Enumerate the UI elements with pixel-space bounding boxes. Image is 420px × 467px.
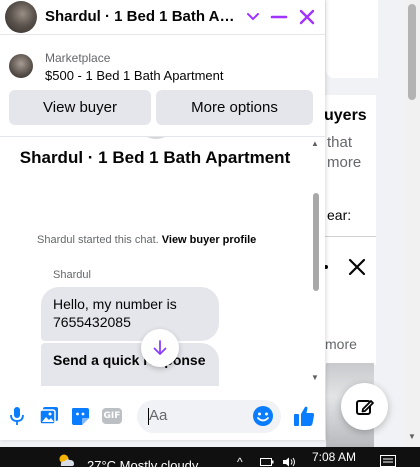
avatar[interactable]	[5, 1, 37, 33]
photo-icon[interactable]	[38, 405, 60, 427]
weather-text[interactable]: 27°C Mostly cloudy	[87, 458, 198, 467]
like-icon[interactable]	[292, 404, 316, 428]
background-heading: uyers	[324, 107, 367, 124]
close-icon[interactable]	[346, 256, 368, 278]
background-text-line: more	[327, 154, 362, 171]
page-scrollbar-thumb[interactable]	[408, 4, 416, 100]
marketplace-label: Marketplace	[45, 51, 111, 65]
action-buttons: View buyer More options	[9, 90, 313, 125]
arrow-down-icon	[153, 340, 167, 355]
listing-thumbnail	[9, 54, 33, 78]
weather-cloud-icon[interactable]	[56, 451, 76, 467]
chevron-up-icon[interactable]: ^	[237, 455, 243, 467]
microphone-icon[interactable]	[6, 405, 28, 427]
close-icon[interactable]	[296, 6, 318, 28]
chat-scrollbar-thumb[interactable]	[313, 193, 319, 291]
message-composer: GIF	[0, 392, 325, 440]
compose-icon	[355, 399, 374, 415]
sticker-icon[interactable]	[69, 405, 91, 427]
gif-icon[interactable]: GIF	[101, 405, 123, 427]
background-label: ear:	[327, 207, 352, 223]
chat-started-notice: Shardul started this chat. View buyer pr…	[37, 234, 256, 246]
more-options-button[interactable]: More options	[156, 90, 313, 125]
message-list[interactable]: Shardul · 1 Bed 1 Bath Apartment Shardul…	[0, 136, 325, 386]
new-message-button[interactable]	[341, 383, 388, 430]
background-divider	[320, 236, 376, 237]
battery-icon[interactable]	[260, 457, 274, 467]
page-scroll-down-arrow[interactable]: ▼	[408, 432, 416, 441]
background-more-link[interactable]: more	[325, 336, 357, 352]
background-card-top	[326, 0, 378, 78]
volume-icon[interactable]	[282, 457, 296, 467]
taskbar: 27°C Mostly cloudy ^ 7:08 AM	[0, 447, 420, 467]
emoji-icon[interactable]	[252, 405, 274, 427]
gif-label: GIF	[102, 408, 122, 424]
view-buyer-profile-link[interactable]: View buyer profile	[162, 234, 257, 246]
listing-title: $500 - 1 Bed 1 Bath Apartment	[45, 68, 224, 83]
chat-window: Shardul · 1 Bed 1 Bath Apa... Marketplac…	[0, 0, 325, 440]
started-text: Shardul started this chat.	[37, 234, 159, 246]
view-buyer-button[interactable]: View buyer	[9, 90, 151, 125]
chat-scroll-down-arrow[interactable]: ▼	[311, 373, 319, 382]
profile-avatar	[135, 137, 177, 139]
chat-scroll-up-arrow[interactable]: ▲	[311, 139, 319, 148]
minimize-icon[interactable]	[268, 6, 290, 28]
chat-header[interactable]: Shardul · 1 Bed 1 Bath Apa...	[0, 0, 325, 35]
marketplace-listing[interactable]: Marketplace $500 - 1 Bed 1 Bath Apartmen…	[0, 44, 325, 88]
clock-time[interactable]: 7:08 AM	[312, 450, 356, 464]
sender-name: Shardul	[53, 269, 91, 281]
message-text-field[interactable]	[149, 407, 249, 424]
chat-title[interactable]: Shardul · 1 Bed 1 Bath Apa...	[45, 8, 237, 25]
message-bubble[interactable]: Hello, my number is 7655432085	[41, 287, 219, 341]
background-text-line: that	[327, 134, 353, 151]
conversation-title: Shardul · 1 Bed 1 Bath Apartment	[19, 148, 291, 167]
notification-icon[interactable]	[380, 455, 396, 467]
scroll-to-bottom-button[interactable]	[141, 329, 179, 367]
chevron-down-icon[interactable]	[242, 6, 264, 28]
quick-response-bubble[interactable]: Send a quick response	[41, 343, 219, 386]
